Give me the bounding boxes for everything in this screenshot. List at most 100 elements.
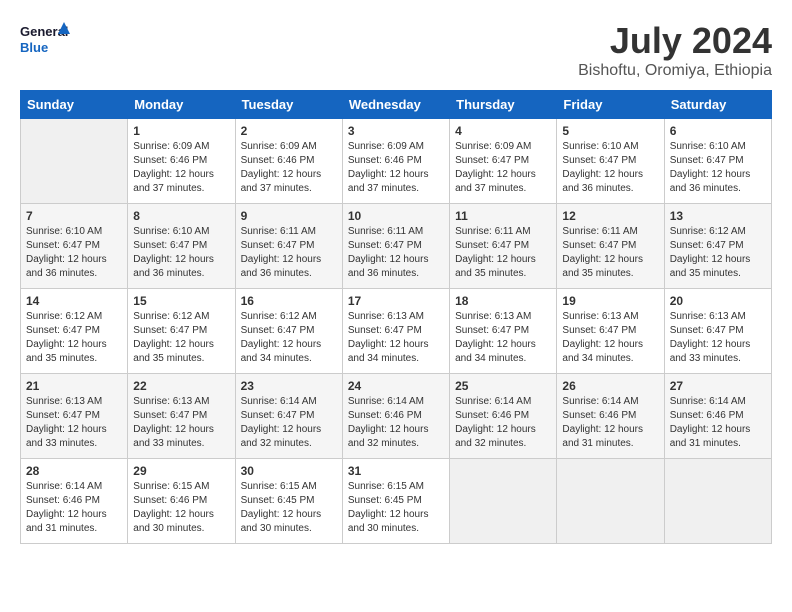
location-title: Bishoftu, Oromiya, Ethiopia (578, 62, 772, 80)
day-number: 9 (241, 209, 337, 223)
day-info: Sunrise: 6:14 AM Sunset: 6:46 PM Dayligh… (26, 480, 122, 536)
day-number: 2 (241, 124, 337, 138)
day-info: Sunrise: 6:12 AM Sunset: 6:47 PM Dayligh… (26, 310, 122, 366)
day-cell: 15Sunrise: 6:12 AM Sunset: 6:47 PM Dayli… (128, 289, 235, 374)
day-info: Sunrise: 6:14 AM Sunset: 6:46 PM Dayligh… (670, 395, 766, 451)
day-info: Sunrise: 6:14 AM Sunset: 6:46 PM Dayligh… (562, 395, 658, 451)
day-number: 22 (133, 379, 229, 393)
day-info: Sunrise: 6:13 AM Sunset: 6:47 PM Dayligh… (670, 310, 766, 366)
day-info: Sunrise: 6:15 AM Sunset: 6:45 PM Dayligh… (348, 480, 444, 536)
day-cell: 24 Sunrise: 6:14 AM Sunset: 6:46 PM Dayli… (342, 374, 449, 459)
day-number: 16 (241, 294, 337, 308)
day-cell: 10 Sunrise: 6:11 AM Sunset: 6:47 PM Dayli… (342, 204, 449, 289)
week-row-5: 28 Sunrise: 6:14 AM Sunset: 6:46 PM Dayli… (21, 459, 772, 544)
day-info: Sunrise: 6:11 AM Sunset: 6:47 PM Dayligh… (455, 225, 551, 281)
day-number: 28 (26, 464, 122, 478)
day-cell: 27 Sunrise: 6:14 AM Sunset: 6:46 PM Dayli… (664, 374, 771, 459)
day-info: Sunrise: 6:10 AM Sunset: 6:47 PM Dayligh… (133, 225, 229, 281)
day-number: 11 (455, 209, 551, 223)
day-info: Sunrise: 6:09 AM Sunset: 6:47 PM Dayligh… (455, 140, 551, 196)
day-cell: 17 Sunrise: 6:13 AM Sunset: 6:47 PM Dayli… (342, 289, 449, 374)
day-number: 21 (26, 379, 122, 393)
day-cell: 19 Sunrise: 6:13 AM Sunset: 6:47 PM Dayli… (557, 289, 664, 374)
day-cell: 8 Sunrise: 6:10 AM Sunset: 6:47 PM Daylig… (128, 204, 235, 289)
day-info: Sunrise: 6:09 AM Sunset: 6:46 PM Dayligh… (133, 140, 229, 196)
week-row-1: 1 Sunrise: 6:09 AM Sunset: 6:46 PM Daylig… (21, 119, 772, 204)
day-cell: 31 Sunrise: 6:15 AM Sunset: 6:45 PM Dayli… (342, 459, 449, 544)
day-info: Sunrise: 6:14 AM Sunset: 6:47 PM Dayligh… (241, 395, 337, 451)
day-cell: 18 Sunrise: 6:13 AM Sunset: 6:47 PM Dayli… (450, 289, 557, 374)
week-row-2: 7 Sunrise: 6:10 AM Sunset: 6:47 PM Daylig… (21, 204, 772, 289)
day-number: 23 (241, 379, 337, 393)
day-info: Sunrise: 6:12 AM Sunset: 6:47 PM Dayligh… (241, 310, 337, 366)
day-number: 29 (133, 464, 229, 478)
day-info: Sunrise: 6:11 AM Sunset: 6:47 PM Dayligh… (562, 225, 658, 281)
day-number: 26 (562, 379, 658, 393)
day-number: 27 (670, 379, 766, 393)
day-cell: 28 Sunrise: 6:14 AM Sunset: 6:46 PM Dayli… (21, 459, 128, 544)
day-number: 1 (133, 124, 229, 138)
day-cell: 25Sunrise: 6:14 AM Sunset: 6:46 PM Dayli… (450, 374, 557, 459)
day-info: Sunrise: 6:11 AM Sunset: 6:47 PM Dayligh… (348, 225, 444, 281)
day-cell: 5 Sunrise: 6:10 AM Sunset: 6:47 PM Daylig… (557, 119, 664, 204)
day-info: Sunrise: 6:13 AM Sunset: 6:47 PM Dayligh… (455, 310, 551, 366)
day-number: 10 (348, 209, 444, 223)
weekday-header-saturday: Saturday (664, 91, 771, 119)
day-number: 30 (241, 464, 337, 478)
day-cell: 11 Sunrise: 6:11 AM Sunset: 6:47 PM Dayli… (450, 204, 557, 289)
day-info: Sunrise: 6:14 AM Sunset: 6:46 PM Dayligh… (348, 395, 444, 451)
day-cell: 14 Sunrise: 6:12 AM Sunset: 6:47 PM Dayli… (21, 289, 128, 374)
day-info: Sunrise: 6:13 AM Sunset: 6:47 PM Dayligh… (562, 310, 658, 366)
day-number: 18 (455, 294, 551, 308)
weekday-header-monday: Monday (128, 91, 235, 119)
day-number: 7 (26, 209, 122, 223)
day-info: Sunrise: 6:12 AM Sunset: 6:47 PM Dayligh… (133, 310, 229, 366)
month-title: July 2024 (578, 20, 772, 62)
day-cell (21, 119, 128, 204)
day-info: Sunrise: 6:09 AM Sunset: 6:46 PM Dayligh… (241, 140, 337, 196)
day-number: 8 (133, 209, 229, 223)
week-row-3: 14 Sunrise: 6:12 AM Sunset: 6:47 PM Dayli… (21, 289, 772, 374)
day-cell (450, 459, 557, 544)
day-cell: 20 Sunrise: 6:13 AM Sunset: 6:47 PM Dayli… (664, 289, 771, 374)
day-info: Sunrise: 6:10 AM Sunset: 6:47 PM Dayligh… (562, 140, 658, 196)
day-number: 24 (348, 379, 444, 393)
day-cell: 4 Sunrise: 6:09 AM Sunset: 6:47 PM Daylig… (450, 119, 557, 204)
day-cell: 1 Sunrise: 6:09 AM Sunset: 6:46 PM Daylig… (128, 119, 235, 204)
day-info: Sunrise: 6:13 AM Sunset: 6:47 PM Dayligh… (26, 395, 122, 451)
page-header: General Blue July 2024 Bishoftu, Oromiya… (20, 20, 772, 80)
week-row-4: 21 Sunrise: 6:13 AM Sunset: 6:47 PM Dayli… (21, 374, 772, 459)
day-cell: 16 Sunrise: 6:12 AM Sunset: 6:47 PM Dayli… (235, 289, 342, 374)
day-number: 31 (348, 464, 444, 478)
calendar-table: SundayMondayTuesdayWednesdayThursdayFrid… (20, 90, 772, 544)
day-number: 20 (670, 294, 766, 308)
day-number: 19 (562, 294, 658, 308)
day-number: 3 (348, 124, 444, 138)
day-cell (664, 459, 771, 544)
day-cell: 7Sunrise: 6:10 AM Sunset: 6:47 PM Daylig… (21, 204, 128, 289)
svg-text:Blue: Blue (20, 40, 48, 55)
day-cell: 26 Sunrise: 6:14 AM Sunset: 6:46 PM Dayli… (557, 374, 664, 459)
day-info: Sunrise: 6:13 AM Sunset: 6:47 PM Dayligh… (133, 395, 229, 451)
day-number: 25 (455, 379, 551, 393)
weekday-header-sunday: Sunday (21, 91, 128, 119)
day-number: 6 (670, 124, 766, 138)
day-number: 5 (562, 124, 658, 138)
day-cell: 13Sunrise: 6:12 AM Sunset: 6:47 PM Dayli… (664, 204, 771, 289)
day-number: 17 (348, 294, 444, 308)
weekday-header-tuesday: Tuesday (235, 91, 342, 119)
day-info: Sunrise: 6:09 AM Sunset: 6:46 PM Dayligh… (348, 140, 444, 196)
day-cell (557, 459, 664, 544)
title-block: July 2024 Bishoftu, Oromiya, Ethiopia (578, 20, 772, 80)
day-info: Sunrise: 6:15 AM Sunset: 6:45 PM Dayligh… (241, 480, 337, 536)
day-number: 14 (26, 294, 122, 308)
logo: General Blue (20, 20, 70, 60)
day-number: 13 (670, 209, 766, 223)
day-cell: 21 Sunrise: 6:13 AM Sunset: 6:47 PM Dayli… (21, 374, 128, 459)
day-cell: 12Sunrise: 6:11 AM Sunset: 6:47 PM Dayli… (557, 204, 664, 289)
weekday-header-thursday: Thursday (450, 91, 557, 119)
day-cell: 6 Sunrise: 6:10 AM Sunset: 6:47 PM Daylig… (664, 119, 771, 204)
day-info: Sunrise: 6:13 AM Sunset: 6:47 PM Dayligh… (348, 310, 444, 366)
day-number: 4 (455, 124, 551, 138)
day-info: Sunrise: 6:10 AM Sunset: 6:47 PM Dayligh… (670, 140, 766, 196)
